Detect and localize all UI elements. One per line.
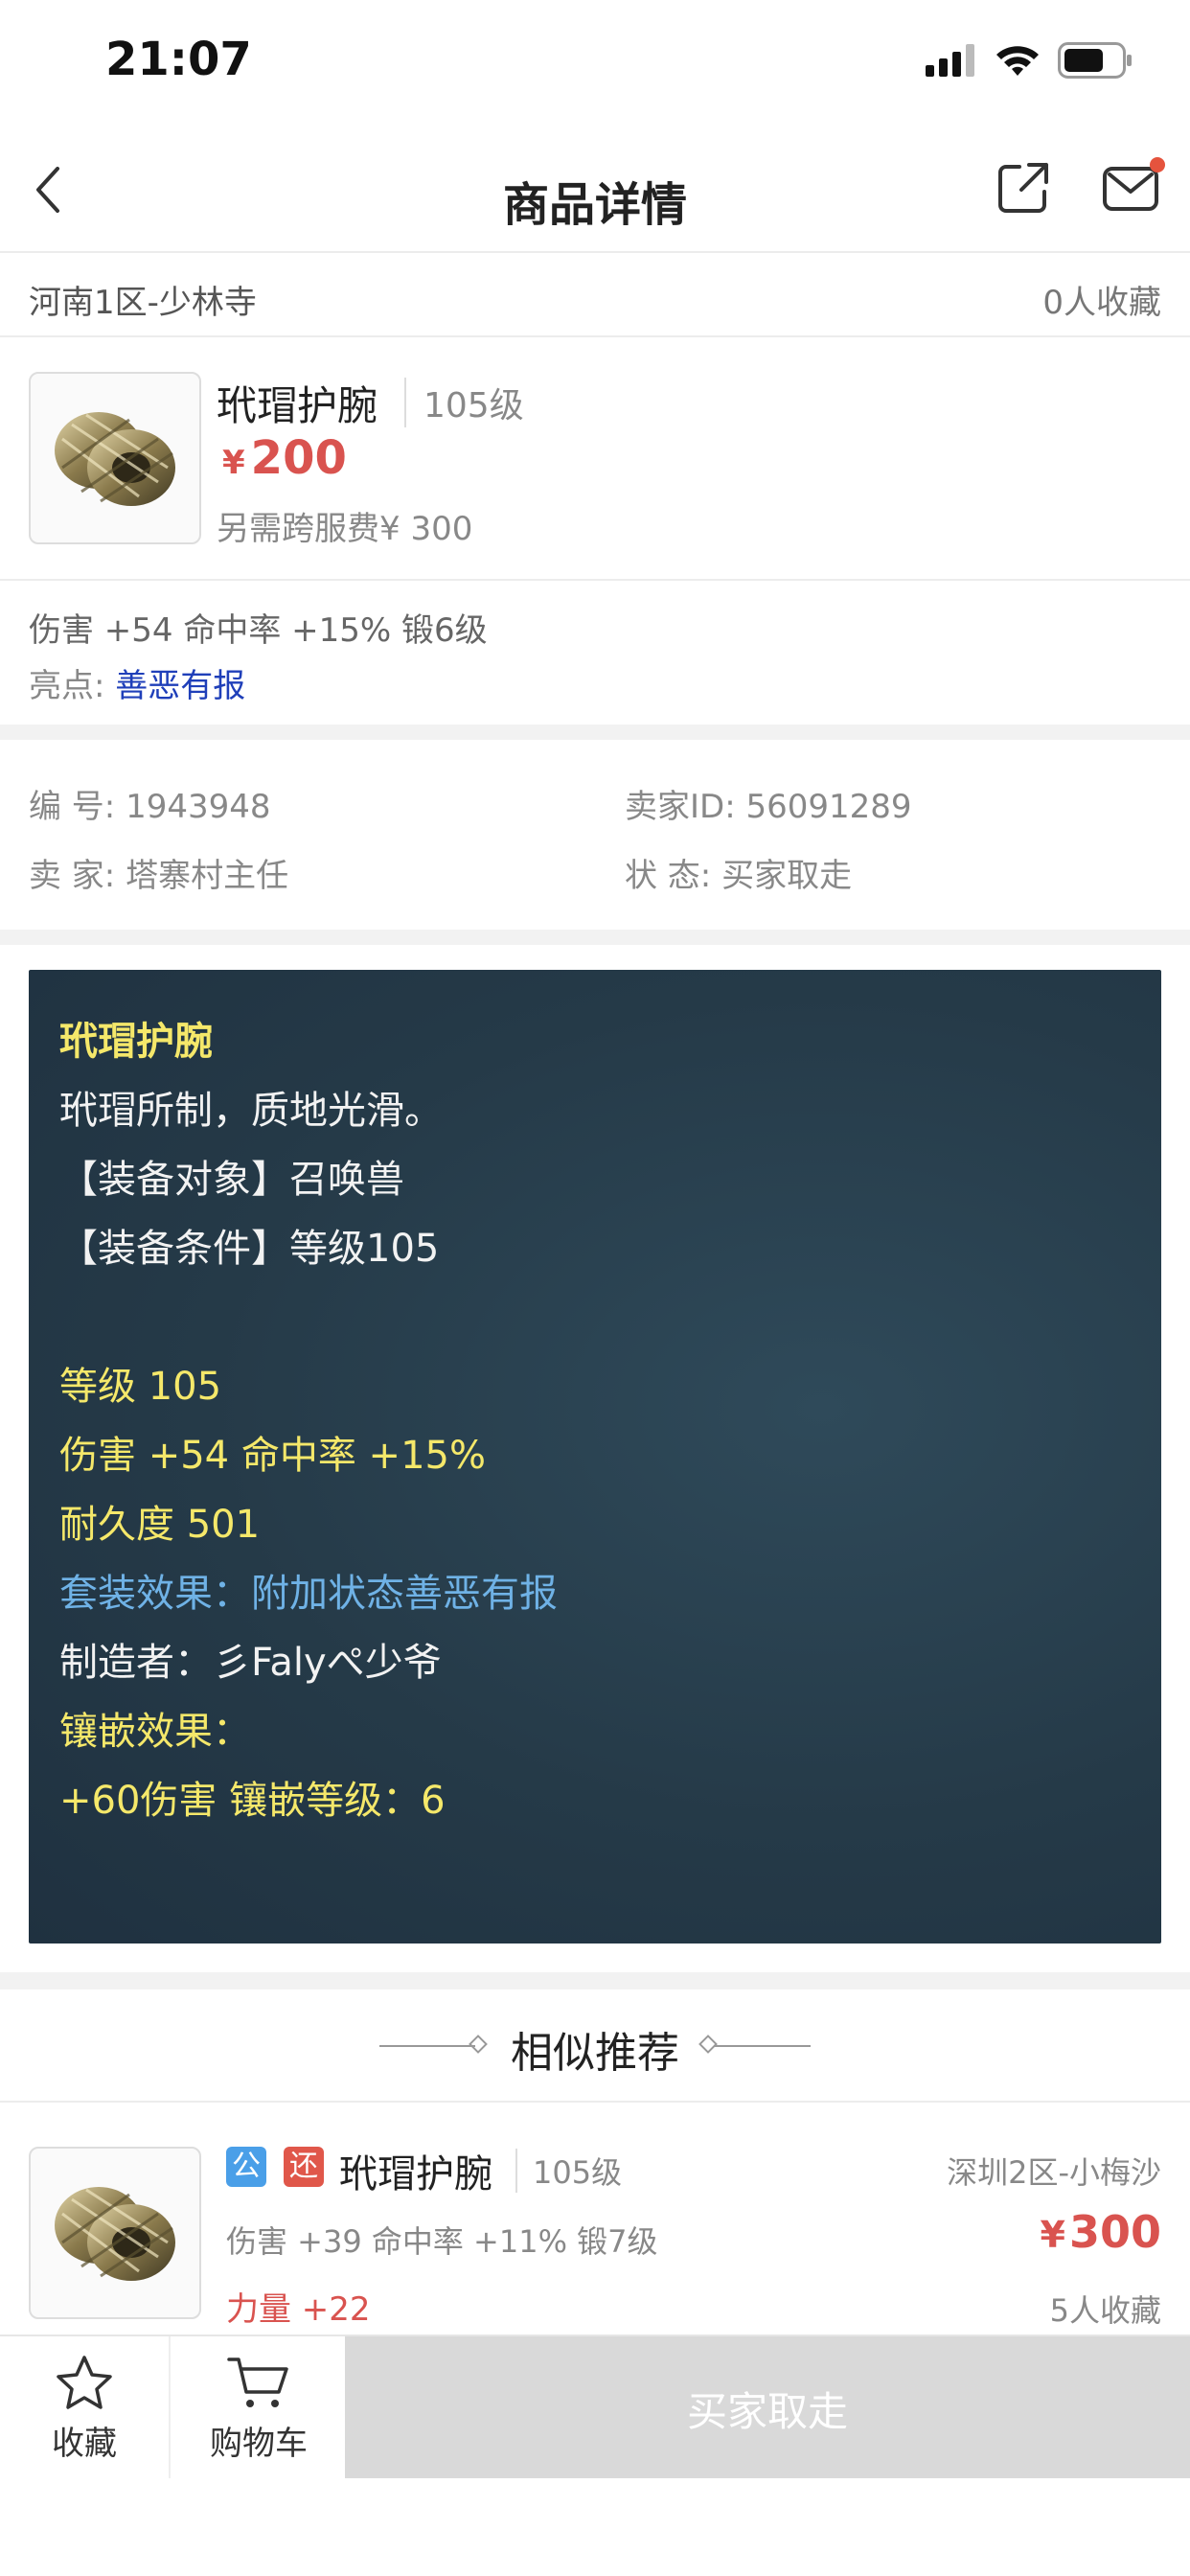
desc-stats: 伤害 +54 命中率 +15% bbox=[59, 1434, 486, 1478]
desc-maker: 制造者：彡Falyぺ少爷 bbox=[59, 1641, 442, 1685]
recommendation-item[interactable]: 公 还 玳瑁护腕 105级 深圳2区-小梅沙 伤害 +39 命中率 +11% 锻… bbox=[0, 2104, 1190, 2334]
status-icons bbox=[926, 42, 1133, 79]
cart-button[interactable]: 购物车 bbox=[172, 2336, 345, 2480]
bottom-action-bar: 收藏 购物车 买家取走 bbox=[0, 2334, 1190, 2480]
bracer-item-icon bbox=[55, 412, 175, 506]
decorative-line bbox=[715, 2045, 811, 2047]
seller-label: 卖 家: bbox=[29, 857, 116, 895]
status-time: 21:07 bbox=[105, 33, 252, 86]
item-summary: 玳瑁护腕 105级 ¥200 另需跨服费¥ 300 bbox=[0, 337, 1190, 581]
rec-extra-attribute: 力量 +22 bbox=[226, 2290, 371, 2329]
favorite-button[interactable]: 收藏 bbox=[0, 2336, 171, 2480]
price-value: 200 bbox=[250, 431, 347, 485]
status-label: 状 态: bbox=[625, 857, 712, 895]
desc-inlay-label: 镶嵌效果： bbox=[59, 1710, 251, 1754]
cross-server-fee: 另需跨服费¥ 300 bbox=[217, 510, 473, 548]
item-name: 玳瑁护腕 bbox=[217, 382, 378, 429]
trade-info: 编 号: 1943948 卖家ID: 56091289 卖 家: 塔寨村主任 状… bbox=[0, 740, 1190, 930]
rec-favorites: 5人收藏 bbox=[1049, 2292, 1161, 2329]
share-button[interactable] bbox=[996, 161, 1050, 218]
seller-id-label: 卖家ID: bbox=[625, 788, 736, 826]
desc-title: 玳瑁护腕 bbox=[59, 1020, 213, 1064]
seller-value: 塔寨村主任 bbox=[126, 857, 289, 895]
battery-icon bbox=[1058, 42, 1132, 79]
return-badge: 还 bbox=[284, 2147, 324, 2187]
cart-label: 购物车 bbox=[210, 2424, 308, 2463]
rec-level: 105级 bbox=[515, 2149, 622, 2193]
server-row: 河南1区-少林寺 0人收藏 bbox=[0, 255, 1190, 337]
highlight-value: 善恶有报 bbox=[115, 667, 246, 705]
public-badge: 公 bbox=[226, 2147, 266, 2187]
similar-header: 相似推荐 bbox=[0, 1990, 1190, 2103]
item-thumbnail[interactable] bbox=[29, 372, 201, 544]
rec-price: ¥300 bbox=[1041, 2206, 1161, 2258]
status-value: 买家取走 bbox=[721, 857, 853, 895]
rec-name: 玳瑁护腕 bbox=[339, 2152, 492, 2196]
seller-id: 卖家ID: 56091289 bbox=[625, 780, 912, 827]
notification-dot bbox=[1150, 157, 1165, 172]
rec-attributes: 伤害 +39 命中率 +11% 锻7级 bbox=[226, 2223, 658, 2260]
item-id: 编 号: 1943948 bbox=[29, 780, 271, 827]
desc-flavor: 玳瑁所制，质地光滑。 bbox=[59, 1089, 443, 1133]
item-attributes: 伤害 +54 命中率 +15% 锻6级 亮点: 善恶有报 bbox=[0, 581, 1190, 724]
attribute-line: 伤害 +54 命中率 +15% 锻6级 bbox=[29, 611, 488, 650]
rec-thumbnail bbox=[29, 2147, 201, 2319]
shopping-cart-icon bbox=[227, 2357, 288, 2407]
desc-equip-target: 【装备对象】召唤兽 bbox=[59, 1158, 404, 1202]
desc-set-effect: 套装效果：附加状态善恶有报 bbox=[59, 1572, 558, 1616]
rec-price-currency: ¥ bbox=[1040, 2214, 1065, 2256]
wifi-icon bbox=[996, 46, 1039, 76]
share-icon bbox=[998, 163, 1048, 213]
favorite-count: 0人收藏 bbox=[1042, 284, 1161, 322]
item-id-label: 编 号: bbox=[29, 788, 116, 826]
star-icon bbox=[57, 2355, 112, 2409]
nav-bar: 商品详情 bbox=[0, 134, 1190, 253]
bracer-item-icon bbox=[55, 2187, 175, 2281]
seller-id-value: 56091289 bbox=[745, 788, 912, 826]
desc-level: 等级 105 bbox=[59, 1365, 222, 1409]
server-name: 河南1区-少林寺 bbox=[29, 284, 257, 322]
home-indicator-area bbox=[0, 2478, 1190, 2576]
item-price: ¥200 bbox=[222, 431, 347, 485]
item-level: 105级 bbox=[404, 378, 524, 427]
section-divider bbox=[0, 930, 1190, 945]
buy-button[interactable]: 买家取走 bbox=[345, 2336, 1190, 2480]
desc-durability: 耐久度 501 bbox=[59, 1503, 261, 1547]
desc-equip-condition: 【装备条件】等级105 bbox=[59, 1227, 440, 1271]
status-bar: 21:07 bbox=[0, 0, 1190, 134]
seller: 卖 家: 塔寨村主任 bbox=[29, 849, 288, 896]
rec-price-value: 300 bbox=[1068, 2206, 1161, 2258]
item-id-value: 1943948 bbox=[126, 788, 271, 826]
cellular-signal-icon bbox=[926, 44, 974, 77]
section-divider bbox=[0, 724, 1190, 740]
highlight-label: 亮点: bbox=[29, 667, 105, 705]
similar-title: 相似推荐 bbox=[511, 2029, 679, 2078]
item-description-panel: 玳瑁护腕 玳瑁所制，质地光滑。 【装备对象】召唤兽 【装备条件】等级105 等级… bbox=[29, 970, 1161, 1944]
favorite-label: 收藏 bbox=[52, 2424, 117, 2463]
trade-status: 状 态: 买家取走 bbox=[625, 849, 852, 896]
rec-server: 深圳2区-小梅沙 bbox=[947, 2154, 1161, 2191]
price-currency: ¥ bbox=[222, 444, 245, 482]
section-divider bbox=[0, 1972, 1190, 1990]
highlight-line: 亮点: 善恶有报 bbox=[29, 659, 245, 706]
desc-inlay-value: +60伤害 镶嵌等级：6 bbox=[59, 1779, 446, 1823]
